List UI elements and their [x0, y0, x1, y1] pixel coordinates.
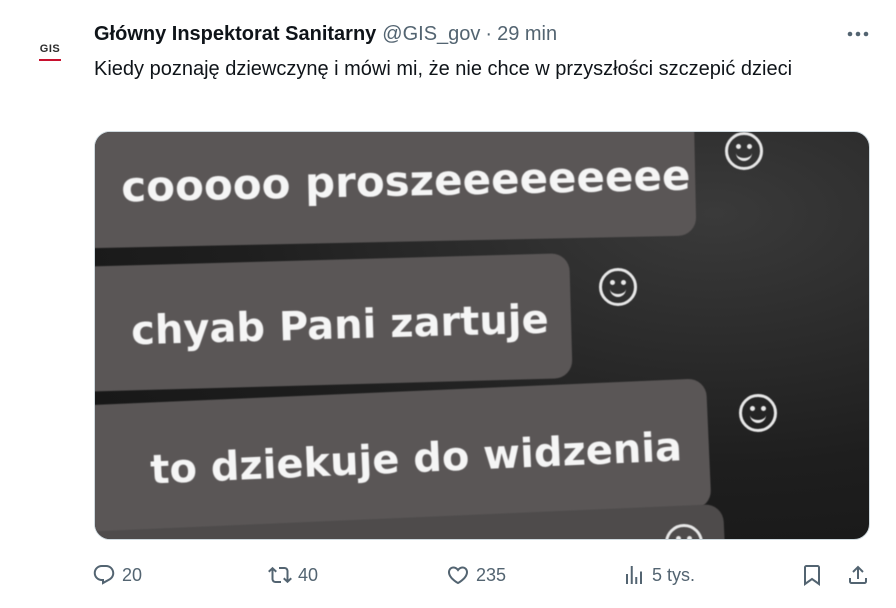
views-count: 5 tys.	[652, 564, 696, 585]
author-handle[interactable]: @GIS_gov	[382, 23, 480, 46]
smiley-icon	[599, 268, 637, 306]
tweet-media-image[interactable]: cooooo proszeeeeeeeee chyab Pani zartuje…	[94, 131, 870, 540]
more-options-button[interactable]	[844, 22, 872, 46]
separator-dot: ·	[485, 22, 493, 45]
views-chart-icon	[626, 566, 642, 584]
chat-bubble: cooooo proszeeeeeeeee	[95, 132, 697, 249]
retweet-count: 40	[298, 564, 319, 585]
share-icon	[849, 565, 867, 584]
avatar[interactable]: GIS	[20, 22, 80, 82]
more-horizontal-icon	[847, 31, 869, 37]
tweet-time[interactable]: 29 min	[497, 23, 557, 46]
tweet-text: Kiedy poznaję dziewczynę i mówi mi, że n…	[94, 58, 793, 80]
tweet-actions: 20 40 235 5 tys.	[92, 560, 876, 590]
chat-message: chyab Pani zartuje	[130, 296, 550, 355]
chat-message: to dziekuje do widzenia	[149, 424, 683, 494]
like-button[interactable]: 235	[446, 560, 506, 590]
bookmark-icon	[804, 565, 820, 586]
tweet-header: Główny Inspektorat Sanitarny @GIS_gov · …	[94, 20, 872, 48]
smiley-icon	[725, 132, 763, 170]
avatar-logo-text: GIS	[39, 43, 61, 55]
retweet-icon	[268, 566, 292, 584]
heart-icon	[447, 566, 469, 585]
reply-icon	[93, 565, 115, 585]
bookmark-button[interactable]	[800, 560, 824, 590]
share-button[interactable]	[846, 560, 870, 590]
reply-button[interactable]: 20	[92, 560, 142, 590]
author-name[interactable]: Główny Inspektorat Sanitarny	[94, 23, 376, 46]
avatar-logo-line	[39, 59, 61, 61]
retweet-button[interactable]: 40	[268, 560, 318, 590]
reply-count: 20	[122, 564, 143, 585]
smiley-icon	[739, 394, 777, 432]
views-button[interactable]: 5 tys.	[622, 560, 695, 590]
chat-bubble: chyab Pani zartuje	[95, 253, 573, 392]
chat-message: cooooo proszeeeeeeeee	[120, 150, 691, 212]
like-count: 235	[476, 564, 507, 585]
